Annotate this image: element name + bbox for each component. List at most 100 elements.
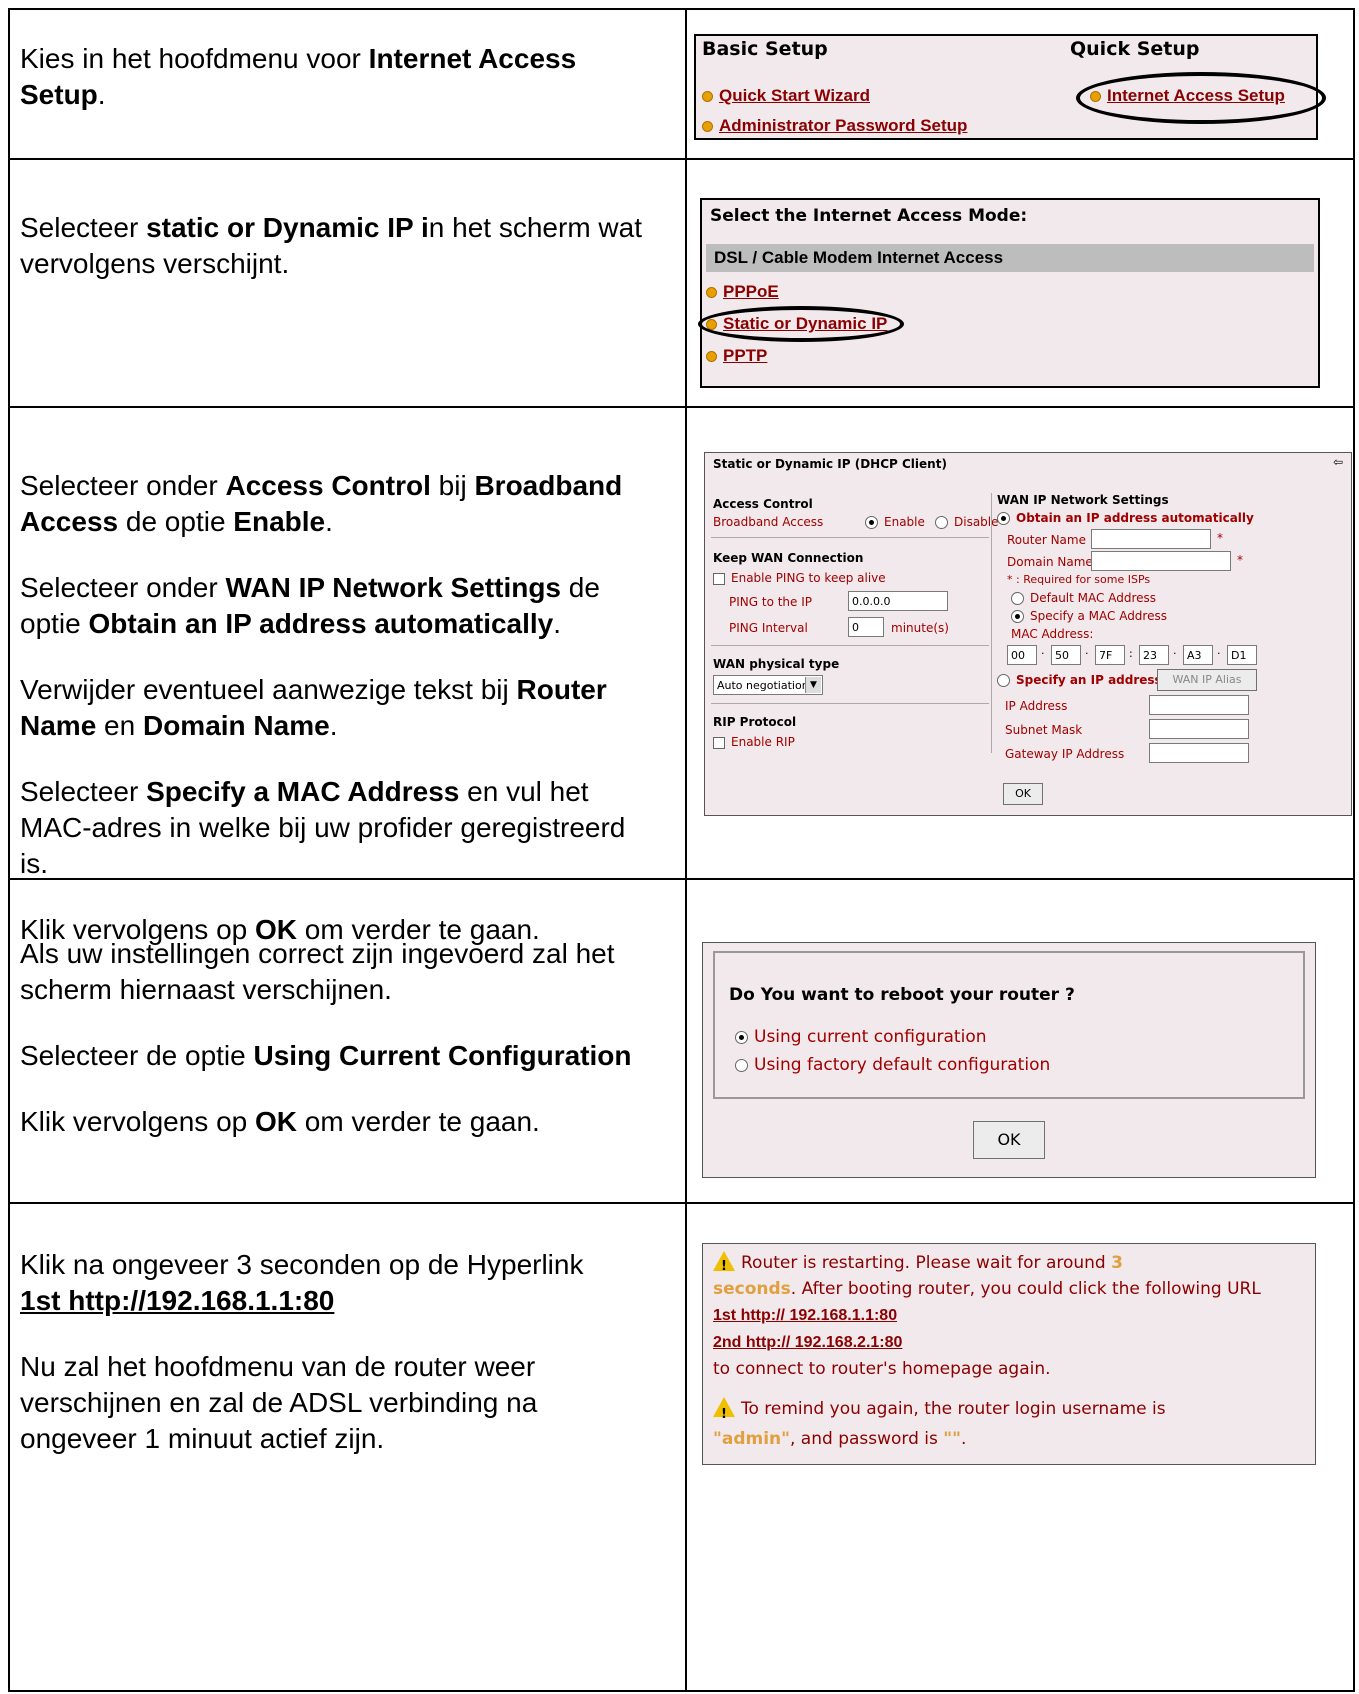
mac-separator: · bbox=[1085, 647, 1089, 660]
access-control-label: Access Control bbox=[713, 497, 813, 511]
ip-address-input[interactable] bbox=[1149, 695, 1249, 715]
minutes-label: minute(s) bbox=[891, 621, 949, 635]
router-url-link-1[interactable]: 1st http:// 192.168.1.1:80 bbox=[713, 1307, 897, 1324]
bullet-icon bbox=[706, 286, 717, 298]
gateway-input[interactable] bbox=[1149, 743, 1249, 763]
disable-radio[interactable]: Disable bbox=[935, 515, 999, 529]
bullet-icon bbox=[702, 120, 713, 132]
checkbox-icon bbox=[713, 572, 725, 585]
wan-physical-label: WAN physical type bbox=[713, 657, 840, 671]
warning-icon bbox=[713, 1251, 735, 1280]
radio-icon bbox=[935, 516, 948, 529]
dropdown-arrow-icon: ▼ bbox=[805, 677, 821, 693]
reboot-panel: Do You want to reboot your router ? Usin… bbox=[702, 942, 1316, 1178]
router-name-label: Router Name bbox=[1007, 533, 1086, 547]
bullet-icon bbox=[706, 350, 717, 362]
ok-button[interactable]: OK bbox=[1003, 783, 1043, 805]
wan-physical-select[interactable]: Auto negotiation ▼ bbox=[713, 675, 823, 695]
column-divider bbox=[685, 8, 687, 1692]
divider bbox=[711, 703, 989, 704]
rip-protocol-label: RIP Protocol bbox=[713, 715, 797, 729]
specify-mac-radio[interactable]: Specify a MAC Address bbox=[1011, 609, 1167, 623]
reboot-question: Do You want to reboot your router ? bbox=[729, 985, 1075, 1005]
bullet-icon bbox=[702, 90, 713, 102]
row5-instructions: Klik na ongeveer 3 seconden op de Hyperl… bbox=[20, 1249, 584, 1454]
mac-separator: · bbox=[1173, 647, 1177, 660]
required-star: * bbox=[1237, 553, 1243, 567]
ip-address-label: IP Address bbox=[1005, 699, 1068, 713]
subnet-mask-input[interactable] bbox=[1149, 719, 1249, 739]
highlight-ellipse bbox=[1076, 72, 1326, 124]
mac-address-label: MAC Address: bbox=[1011, 627, 1094, 641]
column-divider bbox=[991, 493, 992, 753]
back-arrow-icon[interactable]: ⇦ bbox=[1333, 455, 1343, 469]
mac-separator: · bbox=[1217, 647, 1221, 660]
mac-octet-6[interactable]: D1 bbox=[1227, 645, 1257, 665]
mac-separator: · bbox=[1041, 647, 1045, 660]
quick-start-wizard-link[interactable]: Quick Start Wizard bbox=[702, 86, 870, 106]
checkbox-icon bbox=[713, 736, 725, 749]
radio-icon bbox=[735, 1058, 748, 1072]
pppoe-link[interactable]: PPPoE bbox=[706, 282, 779, 302]
highlight-ellipse bbox=[698, 306, 904, 342]
ping-ip-input[interactable]: 0.0.0.0 bbox=[848, 591, 948, 611]
access-mode-title: Select the Internet Access Mode: bbox=[710, 206, 1028, 226]
wan-ip-settings-label: WAN IP Network Settings bbox=[997, 493, 1169, 507]
quick-setup-heading: Quick Setup bbox=[1070, 38, 1200, 60]
obtain-auto-radio[interactable]: Obtain an IP address automatically bbox=[997, 511, 1254, 525]
router-url-link-2[interactable]: 2nd http:// 192.168.2.1:80 bbox=[713, 1334, 902, 1351]
router-name-input[interactable] bbox=[1091, 529, 1211, 549]
radio-icon bbox=[1011, 592, 1024, 605]
required-star: * bbox=[1217, 531, 1223, 545]
divider bbox=[711, 645, 989, 646]
enable-rip-checkbox[interactable]: Enable RIP bbox=[713, 735, 795, 749]
factory-config-radio[interactable]: Using factory default configuration bbox=[735, 1055, 1050, 1075]
row1-instructions: Kies in het hoofdmenu voor Internet Acce… bbox=[20, 43, 577, 110]
basic-setup-heading: Basic Setup bbox=[702, 38, 828, 60]
keep-wan-label: Keep WAN Connection bbox=[713, 551, 864, 565]
row2-instructions: Selecteer static or Dynamic IP in het sc… bbox=[20, 212, 642, 279]
ping-interval-label: PING Interval bbox=[729, 621, 808, 635]
subnet-mask-label: Subnet Mask bbox=[1005, 723, 1083, 737]
divider bbox=[711, 537, 989, 538]
table-border bbox=[8, 8, 10, 1692]
wan-ip-alias-button[interactable]: WAN IP Alias bbox=[1157, 669, 1257, 691]
radio-icon bbox=[1011, 610, 1024, 623]
row3-instructions: Selecteer onder Access Control bij Broad… bbox=[20, 470, 626, 945]
section-header: DSL / Cable Modem Internet Access bbox=[706, 244, 1314, 272]
domain-name-label: Domain Name bbox=[1007, 555, 1093, 569]
mac-octet-1[interactable]: 00 bbox=[1007, 645, 1037, 665]
restart-message-panel: Router is restarting. Please wait for ar… bbox=[702, 1243, 1316, 1465]
admin-password-link[interactable]: Administrator Password Setup bbox=[702, 116, 967, 136]
domain-name-input[interactable] bbox=[1091, 551, 1231, 571]
broadband-access-label: Broadband Access bbox=[713, 515, 824, 529]
row-divider bbox=[8, 1202, 1355, 1204]
dhcp-panel-title: Static or Dynamic IP (DHCP Client) bbox=[713, 457, 947, 471]
specify-ip-radio[interactable]: Specify an IP address bbox=[997, 673, 1162, 687]
restart-message: Router is restarting. Please wait for ar… bbox=[713, 1250, 1305, 1382]
hyperlink-text: 1st http://192.168.1.1:80 bbox=[20, 1285, 335, 1316]
mac-octet-4[interactable]: 23 bbox=[1139, 645, 1169, 665]
ok-button[interactable]: OK bbox=[973, 1121, 1045, 1159]
radio-icon bbox=[865, 516, 878, 529]
reboot-options-box bbox=[713, 951, 1305, 1099]
pptp-link[interactable]: PPTP bbox=[706, 346, 767, 366]
mac-octet-2[interactable]: 50 bbox=[1051, 645, 1081, 665]
mac-octet-3[interactable]: 7F bbox=[1095, 645, 1125, 665]
row4-instructions: Als uw instellingen correct zijn ingevoe… bbox=[20, 938, 632, 1137]
row-divider bbox=[8, 406, 1355, 408]
ping-ip-label: PING to the IP bbox=[729, 595, 813, 609]
table-border bbox=[8, 8, 1355, 10]
login-reminder: To remind you again, the router login us… bbox=[713, 1394, 1305, 1454]
row-divider bbox=[8, 158, 1355, 160]
required-note: * : Required for some ISPs bbox=[1007, 573, 1151, 586]
default-mac-radio[interactable]: Default MAC Address bbox=[1011, 591, 1156, 605]
current-config-radio[interactable]: Using current configuration bbox=[735, 1027, 987, 1047]
mac-octet-5[interactable]: A3 bbox=[1183, 645, 1213, 665]
enable-ping-checkbox[interactable]: Enable PING to keep alive bbox=[713, 571, 886, 585]
radio-icon bbox=[997, 512, 1010, 525]
table-border bbox=[1353, 8, 1355, 1692]
ping-interval-input[interactable]: 0 bbox=[848, 617, 884, 637]
enable-radio[interactable]: Enable bbox=[865, 515, 925, 529]
setup-menu-panel: Basic Setup Quick Setup Quick Start Wiza… bbox=[694, 34, 1326, 140]
